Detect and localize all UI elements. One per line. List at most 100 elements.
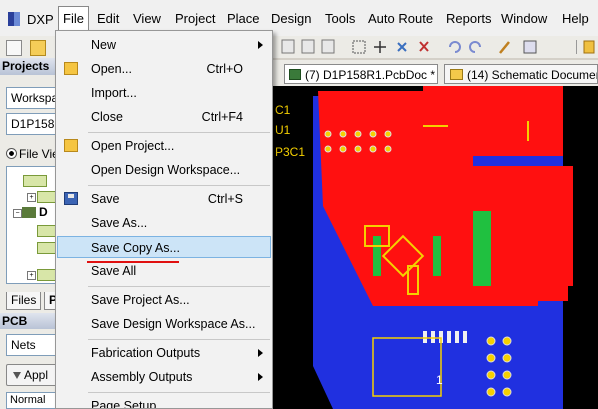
- menu-item-save-design-workspace-as[interactable]: Save Design Workspace As...: [57, 313, 271, 335]
- menu-file[interactable]: File: [58, 6, 89, 31]
- menu-item-save-shortcut: Ctrl+S: [207, 192, 243, 206]
- undo-icon: [449, 41, 461, 53]
- menu-item-save-design-workspace-as-label: Save Design Workspace As...: [91, 317, 256, 331]
- menu-project[interactable]: Project: [175, 11, 215, 26]
- tree-project-label[interactable]: D: [39, 205, 48, 219]
- menu-item-page-setup-label: Page Setup...: [91, 399, 167, 409]
- menu-item-save-project-as[interactable]: Save Project As...: [57, 289, 271, 311]
- file-view-label: File Vie: [19, 147, 59, 161]
- menu-separator: [88, 286, 270, 287]
- radio-selected-icon: [6, 148, 17, 159]
- nets-dropdown[interactable]: Nets: [6, 334, 57, 356]
- cross-probe-icon: [397, 42, 407, 52]
- pcb-canvas[interactable]: C1 U1 P3C1 1: [273, 86, 598, 409]
- menu-item-fabrication-outputs[interactable]: Fabrication Outputs: [57, 342, 271, 364]
- tab-pcb-document-label: (7) D1P158R1.PcbDoc *: [305, 68, 436, 82]
- pcb-label-p3c1: P3C1: [275, 145, 305, 159]
- move-icon: [374, 41, 386, 53]
- toolbar-right-icons: [280, 38, 598, 56]
- clear-icon: [419, 41, 429, 52]
- menu-design[interactable]: Design: [271, 11, 311, 26]
- tree-collapse-icon[interactable]: −: [13, 209, 22, 218]
- menu-item-open-project-label: Open Project...: [91, 139, 175, 153]
- pcb-doc-icon: [289, 69, 301, 80]
- menu-edit[interactable]: Edit: [97, 11, 119, 26]
- pcb-label-c1: C1: [275, 103, 291, 117]
- tab-pcb-document[interactable]: (7) D1P158R1.PcbDoc *: [284, 64, 438, 84]
- menu-item-save-copy-as[interactable]: Save Copy As...: [57, 236, 271, 258]
- pcb-panel-title: PCB: [0, 313, 57, 329]
- tree-expand-icon[interactable]: +: [27, 193, 36, 202]
- menu-item-close[interactable]: Close Ctrl+F4: [57, 106, 271, 128]
- menu-item-new[interactable]: New: [57, 34, 271, 56]
- menu-item-open-shortcut: Ctrl+O: [206, 62, 243, 76]
- tree-folder-icon: [23, 175, 47, 187]
- paste-icon: [301, 39, 315, 54]
- submenu-arrow-icon: [258, 373, 263, 381]
- open-folder-icon[interactable]: [30, 40, 46, 56]
- submenu-arrow-icon: [258, 349, 263, 357]
- menu-view[interactable]: View: [133, 11, 161, 26]
- copy-icon: [281, 39, 295, 54]
- submenu-arrow-icon: [258, 41, 263, 49]
- new-document-icon[interactable]: [6, 40, 22, 56]
- menu-separator: [88, 339, 270, 340]
- workspace-dropdown[interactable]: Workspa: [6, 87, 57, 109]
- menu-tools[interactable]: Tools: [325, 11, 355, 26]
- menu-reports[interactable]: Reports: [446, 11, 492, 26]
- menu-item-import-label: Import...: [91, 86, 137, 100]
- tree-folder-icon: [37, 242, 57, 254]
- file-view-radio[interactable]: File Vie: [6, 147, 59, 161]
- file-menu-dropdown: New Open... Ctrl+O Import... Close Ctrl+…: [55, 30, 273, 409]
- mode-dropdown[interactable]: Normal: [6, 392, 57, 409]
- project-dropdown[interactable]: D1P158R: [6, 113, 57, 135]
- tree-folder-icon: [37, 269, 57, 281]
- menu-item-page-setup[interactable]: Page Setup...: [57, 395, 271, 409]
- save-disk-icon: [64, 192, 78, 205]
- menu-auto-route[interactable]: Auto Route: [368, 11, 433, 26]
- menu-item-open-design-workspace[interactable]: Open Design Workspace...: [57, 159, 271, 181]
- menu-item-open-design-workspace-label: Open Design Workspace...: [91, 163, 241, 177]
- menu-item-save-as[interactable]: Save As...: [57, 212, 271, 234]
- menu-item-save[interactable]: Save Ctrl+S: [57, 188, 271, 210]
- top-layer-pour: [423, 86, 563, 156]
- apply-label: Appl: [24, 368, 49, 382]
- open-project-folder-icon: [64, 139, 78, 152]
- menu-item-assembly-outputs[interactable]: Assembly Outputs: [57, 366, 271, 388]
- pcb-pin-one-label: 1: [436, 373, 443, 387]
- menu-item-save-project-as-label: Save Project As...: [91, 293, 190, 307]
- menu-help[interactable]: Help: [562, 11, 589, 26]
- menu-separator: [88, 185, 270, 186]
- menu-item-save-as-label: Save As...: [91, 216, 148, 230]
- menu-window[interactable]: Window: [501, 11, 547, 26]
- menu-item-save-label: Save: [91, 192, 120, 206]
- dxp-logo-icon: [8, 12, 20, 26]
- menu-place[interactable]: Place: [227, 11, 260, 26]
- tab-schematic-document[interactable]: (14) Schematic Document: [444, 64, 598, 84]
- menu-item-save-all[interactable]: Save All: [57, 260, 271, 282]
- apply-button[interactable]: Appl: [6, 364, 57, 386]
- menu-item-close-shortcut: Ctrl+F4: [201, 110, 243, 124]
- menu-item-open[interactable]: Open... Ctrl+O: [57, 58, 271, 80]
- paste-special-icon: [321, 39, 335, 54]
- tab-files[interactable]: Files: [6, 292, 42, 310]
- menu-item-assembly-outputs-label: Assembly Outputs: [91, 370, 193, 384]
- inspect-icon: [523, 40, 537, 54]
- open-folder-icon: [64, 62, 78, 75]
- menu-item-import[interactable]: Import...: [57, 82, 271, 104]
- schematic-doc-icon: [450, 69, 463, 80]
- tab-schematic-document-label: (14) Schematic Document: [467, 68, 598, 82]
- redo-icon: [469, 41, 481, 53]
- menu-item-save-all-label: Save All: [91, 264, 137, 278]
- menu-item-open-project[interactable]: Open Project...: [57, 135, 271, 157]
- projects-panel-title: Projects: [0, 58, 57, 75]
- project-tree[interactable]: + − D +: [6, 166, 57, 284]
- menu-separator: [88, 392, 270, 393]
- tree-expand-icon[interactable]: +: [27, 271, 36, 280]
- menu-item-save-copy-as-label: Save Copy As...: [91, 241, 180, 255]
- select-area-icon: [352, 40, 366, 54]
- tree-project-icon: [22, 207, 36, 218]
- tree-folder-icon: [37, 225, 57, 237]
- app-logo-text: DXP: [27, 12, 54, 27]
- menu-item-fabrication-outputs-label: Fabrication Outputs: [91, 346, 201, 360]
